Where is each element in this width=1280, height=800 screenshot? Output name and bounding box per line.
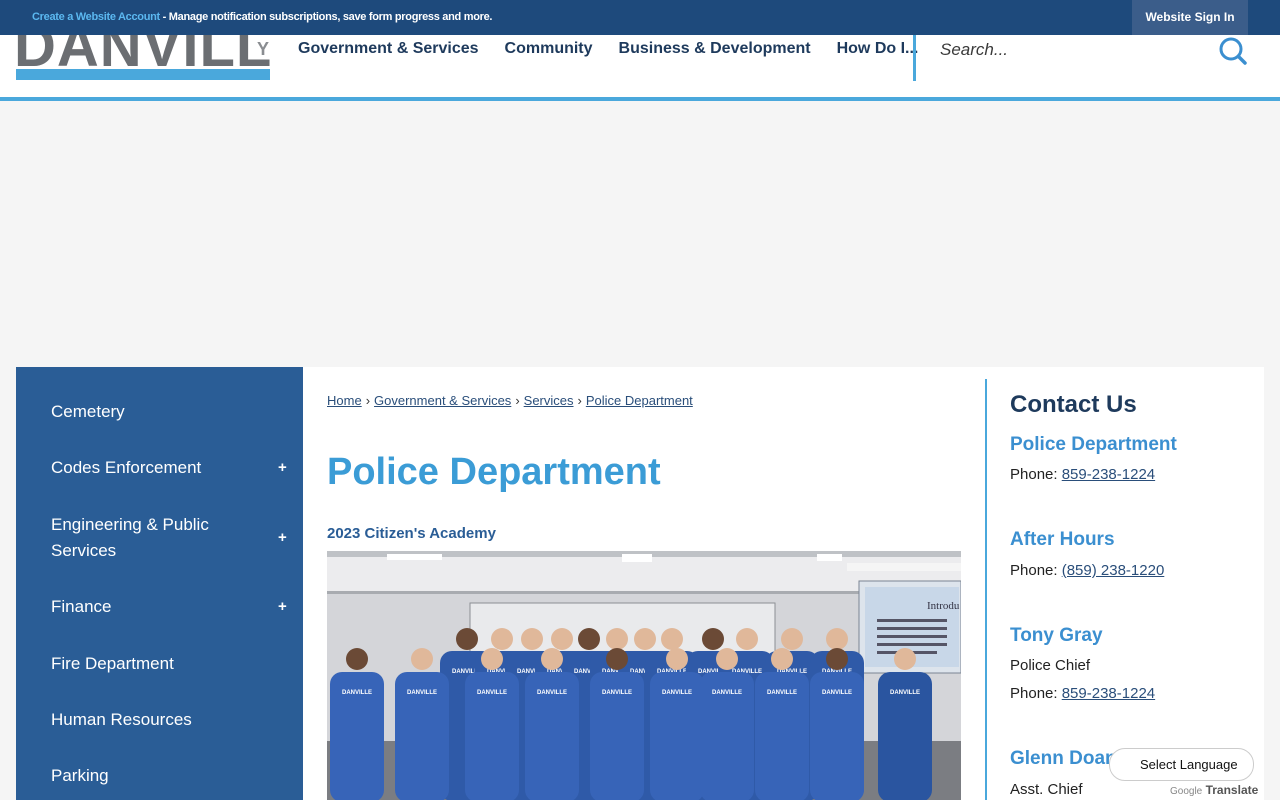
phone-label: Phone: bbox=[1010, 466, 1062, 483]
sidebar-item-human-resources[interactable]: Human Resources bbox=[16, 705, 303, 735]
shirt-logo-text: DANVILLE bbox=[602, 690, 632, 696]
shirt-logo-text: DANVILLE bbox=[342, 690, 372, 696]
expand-icon[interactable]: + bbox=[278, 459, 287, 476]
powered-by-google-translate: Google Translate bbox=[1170, 783, 1258, 797]
shirt-logo-text: DANVILLE bbox=[537, 690, 567, 696]
breadcrumb-police-department[interactable]: Police Department bbox=[586, 393, 693, 408]
contact-phone-line: Phone: 859-238-1224 bbox=[1010, 685, 1155, 702]
shirt-logo-text: DANVILLE bbox=[767, 690, 797, 696]
account-message: Create a Website Account - Manage notifi… bbox=[32, 11, 492, 23]
logo-suffix: Y bbox=[257, 39, 270, 59]
contact-us-panel: Contact Us Police Department Phone: 859-… bbox=[1010, 367, 1264, 800]
google-logo-text: Google bbox=[1170, 786, 1203, 797]
contact-phone-line: Phone: (859) 238-1220 bbox=[1010, 562, 1164, 579]
phone-link[interactable]: 859-238-1224 bbox=[1062, 685, 1155, 702]
sidebar-item-label: Finance bbox=[51, 597, 112, 616]
contact-name-tony-gray: Tony Gray bbox=[1010, 625, 1103, 646]
sidebar-item-codes-enforcement[interactable]: Codes Enforcement + bbox=[16, 453, 303, 483]
breadcrumb-home[interactable]: Home bbox=[327, 393, 362, 408]
phone-link[interactable]: (859) 238-1220 bbox=[1062, 562, 1165, 579]
nav-community[interactable]: Community bbox=[505, 40, 593, 58]
nav-government-services[interactable]: Government & Services bbox=[298, 40, 479, 58]
nav-business-development[interactable]: Business & Development bbox=[619, 40, 811, 58]
shirt-logo-text: DANVILLE bbox=[662, 690, 692, 696]
sidebar-item-cemetery[interactable]: Cemetery bbox=[16, 397, 303, 427]
sidebar-item-label: Engineering & Public Services bbox=[51, 515, 209, 560]
phone-label: Phone: bbox=[1010, 685, 1062, 702]
search-input[interactable] bbox=[940, 37, 1200, 63]
breadcrumb-separator: › bbox=[515, 393, 520, 408]
breadcrumb-government-services[interactable]: Government & Services bbox=[374, 393, 511, 408]
contact-role: Asst. Chief bbox=[1010, 781, 1083, 798]
breadcrumb-separator: › bbox=[577, 393, 582, 408]
nav-how-do-i[interactable]: How Do I... bbox=[837, 40, 919, 58]
contact-us-heading: Contact Us bbox=[1010, 391, 1137, 418]
page-title: Police Department bbox=[327, 451, 661, 493]
sidebar-item-engineering-public-services[interactable]: Engineering & Public Services + bbox=[16, 510, 303, 566]
main-nav: Government & Services Community Business… bbox=[298, 40, 944, 58]
sidebar-item-label: Human Resources bbox=[51, 710, 192, 729]
sidebar-item-label: Codes Enforcement bbox=[51, 458, 202, 477]
nav-divider bbox=[913, 35, 916, 81]
section-sidebar-nav: Cemetery Codes Enforcement + Engineering… bbox=[16, 367, 303, 800]
main-content: Home › Government & Services › Services › Poli… bbox=[303, 367, 1264, 800]
contact-name-police-department: Police Department bbox=[1010, 434, 1177, 455]
top-utility-bar: Create a Website Account - Manage notifi… bbox=[0, 0, 1280, 35]
shirt-logo-text: DANVILLE bbox=[712, 690, 742, 696]
contact-name-glenn-doan: Glenn Doan bbox=[1010, 748, 1117, 769]
sidebar-item-label: Parking bbox=[51, 766, 109, 785]
shirt-logo-text: DANVILLE bbox=[477, 690, 507, 696]
sidebar-item-finance[interactable]: Finance + bbox=[16, 592, 303, 622]
translate-label: Translate bbox=[1205, 783, 1259, 797]
article-title-link[interactable]: 2023 Citizen's Academy bbox=[327, 525, 496, 542]
breadcrumb-separator: › bbox=[365, 393, 371, 408]
slide-title-text: Introdu bbox=[927, 600, 960, 612]
select-language-dropdown[interactable]: Select Language bbox=[1109, 748, 1254, 781]
contact-role: Police Chief bbox=[1010, 657, 1091, 674]
shirt-logo-text: DANVILLE bbox=[822, 690, 852, 696]
citizens-academy-photo[interactable]: Introdu DANVILLE DANVILLE DANVILLE DANVILLE… bbox=[327, 551, 961, 800]
content-divider bbox=[985, 379, 987, 800]
create-account-link[interactable]: Create a Website Account bbox=[32, 11, 160, 23]
site-header: DANVILLE Y Government & Services Communi… bbox=[0, 35, 1280, 101]
contact-name-after-hours: After Hours bbox=[1010, 529, 1115, 550]
website-sign-in-button[interactable]: Website Sign In bbox=[1132, 0, 1248, 35]
logo-underline-bar bbox=[16, 69, 270, 80]
group-photo-illustration: Introdu DANVILLE DANVILLE DANVILLE DANVILLE… bbox=[327, 551, 961, 800]
sidebar-item-label: Cemetery bbox=[51, 402, 125, 421]
expand-icon[interactable]: + bbox=[278, 598, 287, 615]
select-language-label: Select Language bbox=[1140, 757, 1238, 772]
expand-icon[interactable]: + bbox=[278, 529, 287, 546]
sidebar-item-label: Fire Department bbox=[51, 654, 174, 673]
contact-phone-line: Phone: 859-238-1224 bbox=[1010, 466, 1155, 483]
breadcrumb-services[interactable]: Services bbox=[524, 393, 574, 408]
shirt-logo-text: DANVILLE bbox=[890, 690, 920, 696]
shirt-logo-text: DANVILLE bbox=[407, 690, 437, 696]
search-icon[interactable] bbox=[1218, 36, 1248, 66]
sidebar-item-fire-department[interactable]: Fire Department bbox=[16, 649, 303, 679]
account-message-text: - Manage notification subscriptions, sav… bbox=[159, 11, 493, 23]
phone-label: Phone: bbox=[1010, 562, 1062, 579]
breadcrumb: Home › Government & Services › Services › Poli… bbox=[327, 393, 693, 408]
sidebar-item-parking[interactable]: Parking bbox=[16, 761, 303, 791]
phone-link[interactable]: 859-238-1224 bbox=[1062, 466, 1155, 483]
